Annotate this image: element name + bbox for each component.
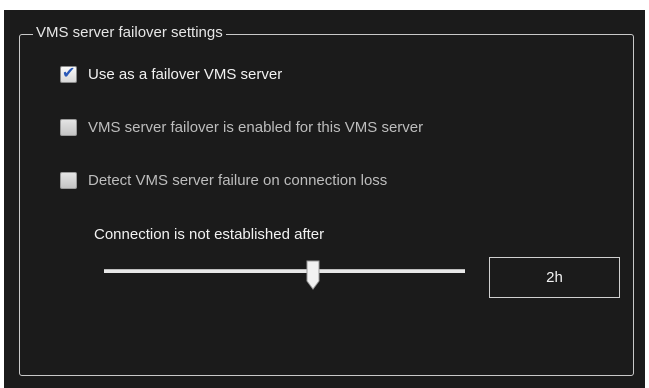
detect-failure-checkbox-row[interactable]: Detect VMS server failure on connection … [60, 170, 387, 190]
connection-timeout-slider-track[interactable] [104, 269, 465, 273]
failover-settings-groupbox [19, 34, 634, 376]
connection-timeout-value-field[interactable]: 2h [489, 257, 620, 298]
failover-enabled-checkbox-row[interactable]: VMS server failover is enabled for this … [60, 117, 423, 137]
connection-timeout-label: Connection is not established after [94, 226, 325, 243]
slider-thumb-handle[interactable] [306, 260, 320, 290]
groupbox-title: VMS server failover settings [33, 23, 226, 43]
failover-enabled-label: VMS server failover is enabled for this … [88, 118, 424, 136]
connection-timeout-value: 2h [546, 269, 563, 286]
failover-enabled-checkbox[interactable] [60, 118, 77, 136]
use-as-failover-label: Use as a failover VMS server [88, 65, 283, 83]
detect-failure-checkbox[interactable] [60, 171, 77, 189]
use-as-failover-checkbox[interactable]: ✔ [60, 64, 77, 83]
checkmark-icon: ✔ [62, 64, 76, 82]
use-as-failover-checkbox-row[interactable]: ✔ Use as a failover VMS server [60, 64, 282, 84]
detect-failure-label: Detect VMS server failure on connection … [88, 171, 388, 189]
